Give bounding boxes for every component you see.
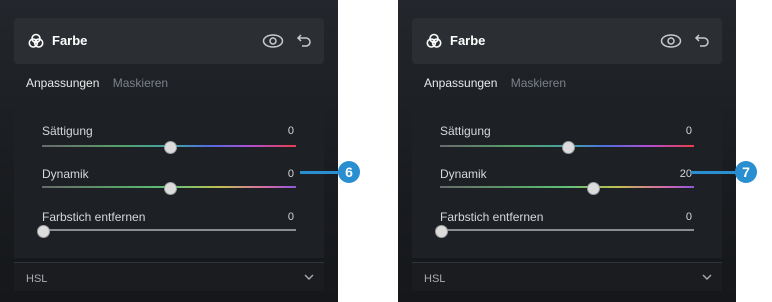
remove-cast-thumb[interactable] xyxy=(37,225,50,238)
tab-anpassungen[interactable]: Anpassungen xyxy=(424,76,497,90)
tab-maskieren[interactable]: Maskieren xyxy=(511,76,566,90)
saturation-slider[interactable] xyxy=(42,141,296,154)
remove-cast-value[interactable]: 0 xyxy=(288,211,294,223)
panel-header[interactable]: Farbe xyxy=(412,18,722,64)
color-circles-icon xyxy=(28,33,44,48)
remove-cast-value[interactable]: 0 xyxy=(686,211,692,223)
saturation-value[interactable]: 0 xyxy=(288,125,294,137)
saturation-thumb[interactable] xyxy=(164,141,177,154)
callout-badge: 6 xyxy=(338,161,360,183)
tab-anpassungen[interactable]: Anpassungen xyxy=(26,76,99,90)
chevron-down-icon[interactable] xyxy=(304,274,314,281)
hsl-label: HSL xyxy=(424,273,446,285)
panel-title: Farbe xyxy=(52,33,88,48)
remove-cast-label: Farbstich entfernen xyxy=(42,210,146,224)
hsl-section[interactable]: HSL xyxy=(14,263,324,291)
color-circles-icon xyxy=(426,33,442,48)
remove-cast-thumb[interactable] xyxy=(435,225,448,238)
vibrance-value[interactable]: 0 xyxy=(288,168,294,180)
remove-cast-slider[interactable] xyxy=(435,225,694,238)
hsl-label: HSL xyxy=(26,273,48,285)
tab-bar: Anpassungen Maskieren xyxy=(424,76,576,90)
saturation-label: Sättigung xyxy=(440,124,491,138)
panel-header[interactable]: Farbe xyxy=(14,18,324,64)
vibrance-thumb[interactable] xyxy=(164,182,177,195)
tab-bar: Anpassungen Maskieren xyxy=(26,76,178,90)
remove-cast-slider[interactable] xyxy=(37,225,296,238)
eye-icon[interactable] xyxy=(262,33,284,49)
chevron-down-icon[interactable] xyxy=(702,274,712,281)
vibrance-slider[interactable] xyxy=(440,182,694,195)
callout-badge: 7 xyxy=(735,161,757,183)
color-panel-left: Farbe Anpassungen Maskieren Sättigung 0 … xyxy=(0,0,338,302)
eye-icon[interactable] xyxy=(660,33,682,49)
saturation-value[interactable]: 0 xyxy=(686,125,692,137)
saturation-label: Sättigung xyxy=(42,124,93,138)
remove-cast-label: Farbstich entfernen xyxy=(440,210,544,224)
reset-icon[interactable] xyxy=(694,32,710,48)
callout-line xyxy=(300,171,340,174)
reset-icon[interactable] xyxy=(296,32,312,48)
tab-maskieren[interactable]: Maskieren xyxy=(113,76,168,90)
saturation-thumb[interactable] xyxy=(562,141,575,154)
panel-title: Farbe xyxy=(450,33,486,48)
vibrance-value[interactable]: 20 xyxy=(680,168,692,180)
vibrance-slider[interactable] xyxy=(42,182,296,195)
color-panel-right: Farbe Anpassungen Maskieren Sättigung 0 … xyxy=(398,0,736,302)
vibrance-label: Dynamik xyxy=(42,167,89,181)
vibrance-label: Dynamik xyxy=(440,167,487,181)
saturation-slider[interactable] xyxy=(440,141,694,154)
hsl-section[interactable]: HSL xyxy=(412,263,722,291)
callout-line xyxy=(691,171,737,174)
